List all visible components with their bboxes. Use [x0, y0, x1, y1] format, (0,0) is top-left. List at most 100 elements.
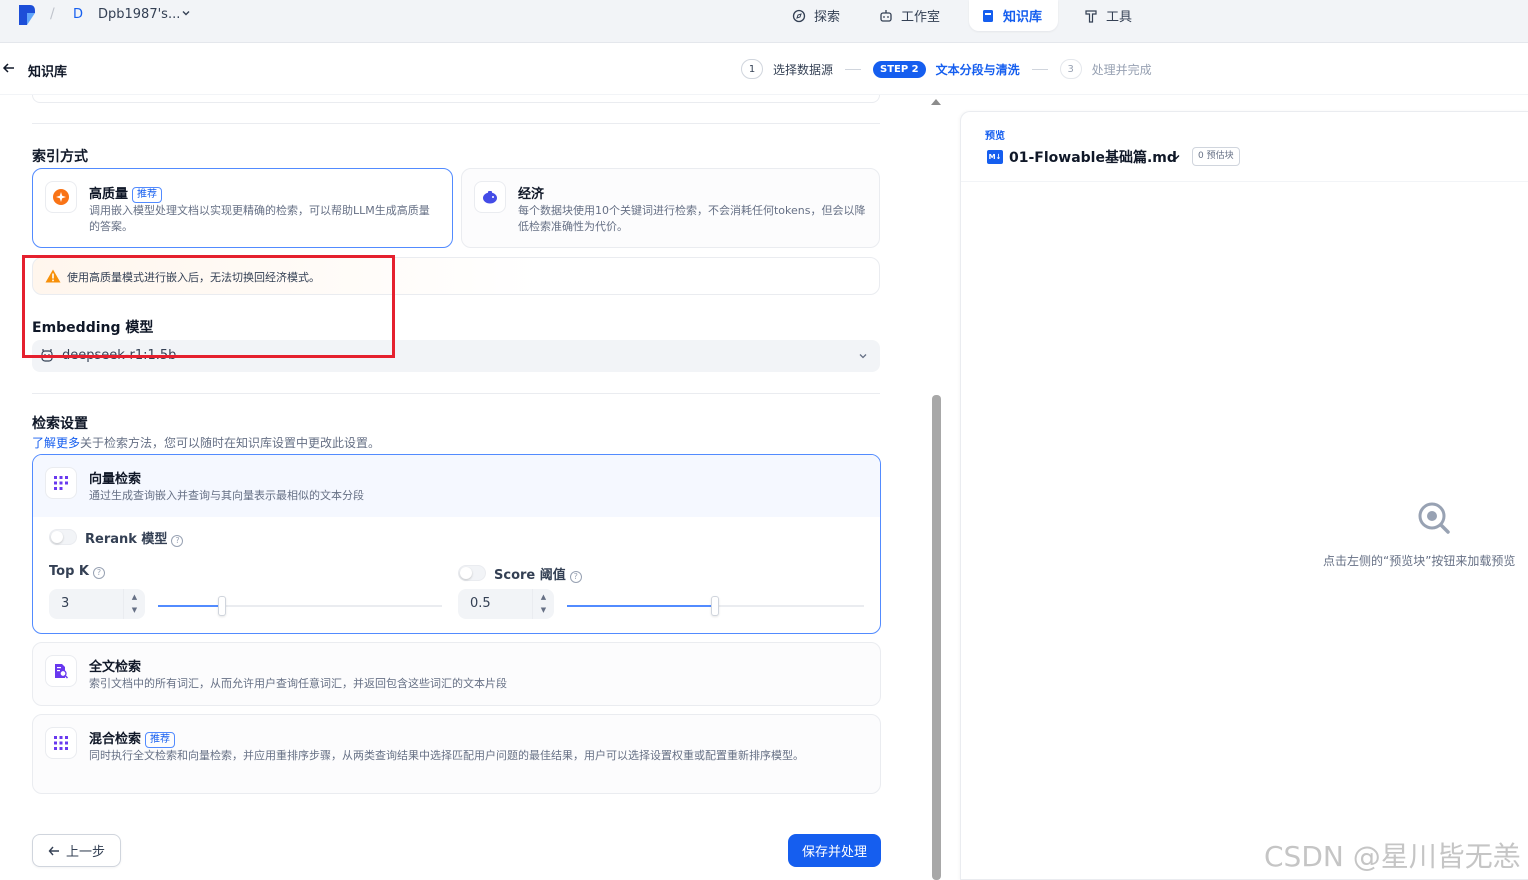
workspace-avatar[interactable]: D [73, 7, 83, 22]
chevron-down-icon[interactable] [181, 8, 191, 18]
hybrid-search-title-text: 混合检索 [89, 732, 142, 747]
economy-title: 经济 [518, 187, 545, 202]
breadcrumb-separator: / [50, 6, 55, 22]
watermark: CSDN @星川皆无恙 [1264, 840, 1521, 873]
step-connector [1031, 68, 1048, 70]
arrow-left-icon [48, 846, 59, 855]
fulltext-search-card[interactable]: 全文检索 索引文档中的所有词汇，从而允许用户查询任意词汇，并返回包含这些词汇的文… [32, 642, 881, 706]
document-search-icon [55, 664, 69, 679]
estimated-chunks-badge: 0 预估块 [1192, 147, 1240, 166]
search-zoom-icon [1418, 502, 1450, 534]
score-slider-thumb[interactable] [711, 596, 719, 616]
index-warning-banner: 使用高质量模式进行嵌入后，无法切换回经济模式。 [32, 257, 880, 295]
step-3-number: 3 [1059, 59, 1082, 79]
stepper-arrows[interactable]: ▲ ▼ [123, 589, 145, 619]
fulltext-icon-wrap [45, 655, 77, 687]
retrieval-settings-title: 检索设置 [32, 416, 88, 432]
score-slider-fill [567, 605, 715, 607]
save-and-process-button[interactable]: 保存并处理 [788, 834, 881, 867]
robot-icon [880, 9, 892, 22]
book-icon [983, 9, 993, 22]
hybrid-search-card[interactable]: 混合检索 推荐 同时执行全文检索和向量检索，并应用重排序步骤，从两类查询结果中选择… [32, 714, 881, 794]
preview-file-name[interactable]: 01-Flowable基础篇.md [1009, 147, 1177, 167]
page-header: 知识库 1 选择数据源 STEP 2 文本分段与清洗 3 处理并完成 [0, 43, 1528, 95]
fulltext-search-desc: 索引文档中的所有词汇，从而允许用户查询任意词汇，并返回包含这些词汇的文本片段 [89, 677, 507, 690]
chevron-down-icon [859, 354, 867, 359]
divider [32, 123, 880, 124]
retrieval-help-text: 关于检索方法，您可以随时在知识库设置中更改此设置。 [80, 436, 381, 450]
recommended-tag: 推荐 [132, 187, 163, 203]
previous-step-label: 上一步 [65, 845, 105, 860]
page-title: 知识库 [28, 65, 68, 80]
nav-tab-label: 工具 [1106, 10, 1133, 25]
index-mode-title: 索引方式 [32, 149, 88, 165]
score-input[interactable]: 0.5 ▲ ▼ [458, 589, 554, 619]
economy-desc: 每个数据块使用10个关键词进行检索，不会消耗任何tokens，但会以降低检索准确… [518, 204, 866, 233]
topk-slider[interactable] [158, 596, 442, 616]
vector-search-card[interactable]: 向量检索 通过生成查询嵌入并查询与其向量表示最相似的文本分段 Rerank 模型… [32, 454, 881, 634]
step-1-number: 1 [741, 59, 763, 79]
index-economy-card[interactable]: 经济 每个数据块使用10个关键词进行检索，不会消耗任何tokens，但会以降低检… [461, 168, 880, 248]
help-icon[interactable]: ? [569, 571, 582, 583]
rerank-toggle[interactable] [49, 529, 77, 545]
stepper: 1 选择数据源 STEP 2 文本分段与清洗 3 处理并完成 [741, 59, 1152, 79]
rerank-label: Rerank 模型? [85, 528, 184, 547]
scroll-up-arrow-icon[interactable] [931, 99, 941, 105]
warning-text: 使用高质量模式进行嵌入后，无法切换回经济模式。 [67, 271, 320, 284]
scrollbar-thumb[interactable] [932, 395, 941, 880]
hybrid-icon-wrap [45, 727, 77, 759]
workspace-name[interactable]: Dpb1987's... [98, 7, 180, 22]
chevron-down-icon[interactable] [1171, 152, 1181, 162]
vector-icon-wrap [45, 467, 77, 499]
back-arrow-icon[interactable] [2, 61, 16, 75]
hammer-icon [1085, 9, 1097, 23]
model-provider-icon [41, 349, 53, 362]
previous-step-button[interactable]: 上一步 [32, 834, 121, 867]
learn-more-link[interactable]: 了解更多 [32, 436, 80, 450]
step-1-label: 选择数据源 [773, 62, 834, 77]
previous-card-edge [32, 95, 880, 103]
nav-tab-tools[interactable]: 工具 [1072, 0, 1144, 31]
score-slider[interactable] [567, 596, 864, 616]
preview-empty-hint: 点击左侧的“预览块”按钮来加载预览 [1323, 554, 1516, 568]
piggy-bank-icon [483, 191, 497, 204]
topk-label-text: Top K [49, 564, 89, 579]
stepper-arrows[interactable]: ▲ ▼ [532, 589, 554, 619]
score-label: Score 阈值? [494, 564, 582, 583]
help-icon[interactable]: ? [171, 535, 184, 547]
high-quality-title-text: 高质量 [89, 187, 129, 202]
index-high-quality-card[interactable]: 高质量 推荐 调用嵌入模型处理文档以实现更精确的检索，可以帮助LLM生成高质量的答… [32, 168, 453, 248]
step-3-label: 处理并完成 [1091, 62, 1152, 77]
topk-input[interactable]: 3 ▲ ▼ [49, 589, 145, 619]
nav-tab-label: 探索 [814, 10, 841, 25]
topk-label: Top K? [49, 564, 105, 579]
sparkle-icon [53, 189, 69, 205]
embedding-model-select[interactable]: deepseek-r1:1.5b [32, 340, 880, 372]
hybrid-search-title: 混合检索 推荐 [89, 728, 176, 748]
high-quality-icon-wrap [45, 181, 77, 213]
step-2-number: STEP 2 [873, 60, 926, 78]
topk-slider-thumb[interactable] [218, 596, 226, 616]
vector-search-desc: 通过生成查询嵌入并查询与其向量表示最相似的文本分段 [89, 489, 364, 502]
grid-icon [54, 736, 68, 750]
top-nav: / D Dpb1987's... 探索 工作室 知识库 工具 [0, 0, 1528, 43]
step-connector [845, 68, 862, 70]
compass-icon [792, 9, 806, 22]
divider [961, 181, 1528, 182]
score-label-text: Score 阈值 [494, 568, 566, 583]
vector-search-header [33, 455, 880, 517]
help-icon[interactable]: ? [92, 567, 105, 579]
nav-tab-studio[interactable]: 工作室 [867, 0, 952, 31]
score-toggle[interactable] [458, 565, 486, 581]
preview-panel: 预览 M↓ 01-Flowable基础篇.md 0 预估块 点击左侧的“预览块”… [960, 111, 1528, 880]
retrieval-help: 了解更多关于检索方法，您可以随时在知识库设置中更改此设置。 [32, 434, 380, 451]
preview-label: 预览 [985, 131, 1005, 142]
fulltext-search-title: 全文检索 [89, 660, 142, 675]
topk-slider-fill [158, 605, 222, 607]
divider [32, 393, 880, 394]
app-logo-icon[interactable] [18, 4, 36, 26]
warning-icon [45, 269, 61, 283]
economy-icon-wrap [474, 181, 506, 213]
nav-tab-explore[interactable]: 探索 [780, 0, 852, 31]
nav-tab-knowledge[interactable]: 知识库 [969, 0, 1058, 31]
